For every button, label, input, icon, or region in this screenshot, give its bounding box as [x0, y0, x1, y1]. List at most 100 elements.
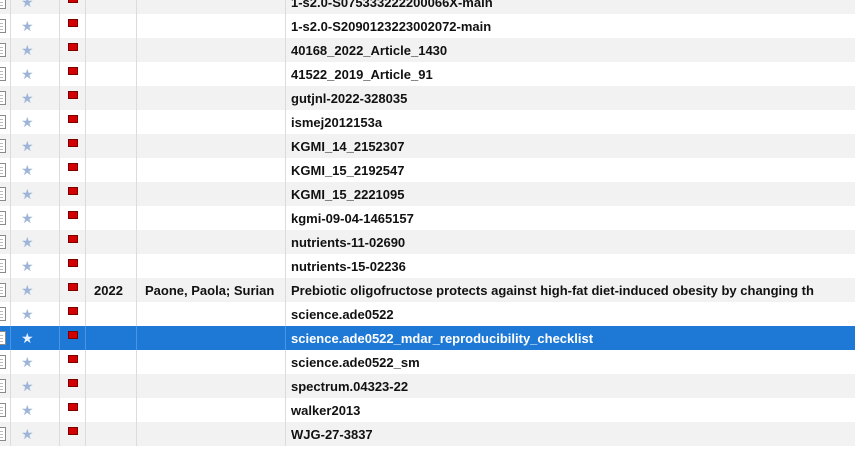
- red-flag-icon[interactable]: [67, 187, 78, 195]
- star-cell[interactable]: ★: [11, 230, 60, 254]
- document-icon[interactable]: [0, 139, 6, 153]
- attachment-cell[interactable]: [0, 62, 11, 86]
- document-icon[interactable]: [0, 163, 6, 177]
- red-flag-icon[interactable]: [67, 331, 78, 339]
- flag-cell[interactable]: [60, 326, 86, 350]
- table-row[interactable]: ★ 1-s2.0-S2090123223002072-main: [0, 14, 855, 38]
- red-flag-icon[interactable]: [67, 379, 78, 387]
- table-row[interactable]: ★ science.ade0522: [0, 302, 855, 326]
- attachment-cell[interactable]: [0, 326, 11, 350]
- red-flag-icon[interactable]: [67, 427, 78, 435]
- table-row[interactable]: ★ spectrum.04323-22: [0, 374, 855, 398]
- document-icon[interactable]: [0, 259, 6, 273]
- star-icon[interactable]: ★: [21, 163, 34, 177]
- attachment-cell[interactable]: [0, 350, 11, 374]
- red-flag-icon[interactable]: [67, 235, 78, 243]
- star-cell[interactable]: ★: [11, 14, 60, 38]
- document-icon[interactable]: [0, 91, 6, 105]
- attachment-cell[interactable]: [0, 158, 11, 182]
- star-icon[interactable]: ★: [21, 307, 34, 321]
- attachment-cell[interactable]: [0, 86, 11, 110]
- flag-cell[interactable]: [60, 302, 86, 326]
- star-cell[interactable]: ★: [11, 326, 60, 350]
- star-cell[interactable]: ★: [11, 278, 60, 302]
- red-flag-icon[interactable]: [67, 211, 78, 219]
- document-icon[interactable]: [0, 0, 6, 9]
- document-icon[interactable]: [0, 235, 6, 249]
- table-row[interactable]: ★ nutrients-15-02236: [0, 254, 855, 278]
- flag-cell[interactable]: [60, 374, 86, 398]
- star-cell[interactable]: ★: [11, 110, 60, 134]
- red-flag-icon[interactable]: [67, 355, 78, 363]
- document-icon[interactable]: [0, 283, 6, 297]
- red-flag-icon[interactable]: [67, 163, 78, 171]
- flag-cell[interactable]: [60, 422, 86, 446]
- star-icon[interactable]: ★: [21, 331, 34, 345]
- document-icon[interactable]: [0, 115, 6, 129]
- star-cell[interactable]: ★: [11, 62, 60, 86]
- document-icon[interactable]: [0, 403, 6, 417]
- attachment-cell[interactable]: [0, 278, 11, 302]
- document-icon[interactable]: [0, 19, 6, 33]
- red-flag-icon[interactable]: [67, 283, 78, 291]
- flag-cell[interactable]: [60, 0, 86, 14]
- table-row[interactable]: ★ nutrients-11-02690: [0, 230, 855, 254]
- star-icon[interactable]: ★: [21, 379, 34, 393]
- star-icon[interactable]: ★: [21, 43, 34, 57]
- document-icon[interactable]: [0, 355, 6, 369]
- document-icon[interactable]: [0, 427, 6, 441]
- star-cell[interactable]: ★: [11, 254, 60, 278]
- flag-cell[interactable]: [60, 86, 86, 110]
- star-cell[interactable]: ★: [11, 422, 60, 446]
- red-flag-icon[interactable]: [67, 67, 78, 75]
- flag-cell[interactable]: [60, 182, 86, 206]
- table-row-selected[interactable]: ★ science.ade0522_mdar_reproducibility_ch…: [0, 326, 855, 350]
- attachment-cell[interactable]: [0, 134, 11, 158]
- attachment-cell[interactable]: [0, 374, 11, 398]
- star-cell[interactable]: ★: [11, 0, 60, 14]
- table-row[interactable]: ★ gutjnl-2022-328035: [0, 86, 855, 110]
- star-icon[interactable]: ★: [21, 211, 34, 225]
- document-icon[interactable]: [0, 331, 6, 345]
- document-icon[interactable]: [0, 67, 6, 81]
- star-icon[interactable]: ★: [21, 67, 34, 81]
- flag-cell[interactable]: [60, 206, 86, 230]
- red-flag-icon[interactable]: [67, 403, 78, 411]
- table-row[interactable]: ★ WJG-27-3837: [0, 422, 855, 446]
- star-icon[interactable]: ★: [21, 91, 34, 105]
- star-icon[interactable]: ★: [21, 283, 34, 297]
- table-row[interactable]: ★ KGMI_15_2221095: [0, 182, 855, 206]
- table-row[interactable]: ★ 41522_2019_Article_91: [0, 62, 855, 86]
- red-flag-icon[interactable]: [67, 307, 78, 315]
- flag-cell[interactable]: [60, 398, 86, 422]
- attachment-cell[interactable]: [0, 398, 11, 422]
- document-icon[interactable]: [0, 43, 6, 57]
- star-cell[interactable]: ★: [11, 86, 60, 110]
- attachment-cell[interactable]: [0, 206, 11, 230]
- document-icon[interactable]: [0, 379, 6, 393]
- star-icon[interactable]: ★: [21, 0, 34, 9]
- attachment-cell[interactable]: [0, 254, 11, 278]
- star-cell[interactable]: ★: [11, 134, 60, 158]
- table-row[interactable]: ★ science.ade0522_sm: [0, 350, 855, 374]
- table-row[interactable]: ★ 2022 Paone, Paola; Surian Prebiotic oligo…: [0, 278, 855, 302]
- star-cell[interactable]: ★: [11, 158, 60, 182]
- attachment-cell[interactable]: [0, 38, 11, 62]
- star-cell[interactable]: ★: [11, 350, 60, 374]
- flag-cell[interactable]: [60, 38, 86, 62]
- star-icon[interactable]: ★: [21, 259, 34, 273]
- document-icon[interactable]: [0, 211, 6, 225]
- flag-cell[interactable]: [60, 134, 86, 158]
- table-row[interactable]: ★ KGMI_15_2192547: [0, 158, 855, 182]
- document-icon[interactable]: [0, 187, 6, 201]
- red-flag-icon[interactable]: [67, 259, 78, 267]
- star-icon[interactable]: ★: [21, 139, 34, 153]
- red-flag-icon[interactable]: [67, 91, 78, 99]
- star-cell[interactable]: ★: [11, 38, 60, 62]
- attachment-cell[interactable]: [0, 182, 11, 206]
- red-flag-icon[interactable]: [67, 139, 78, 147]
- red-flag-icon[interactable]: [67, 19, 78, 27]
- flag-cell[interactable]: [60, 14, 86, 38]
- flag-cell[interactable]: [60, 350, 86, 374]
- star-icon[interactable]: ★: [21, 115, 34, 129]
